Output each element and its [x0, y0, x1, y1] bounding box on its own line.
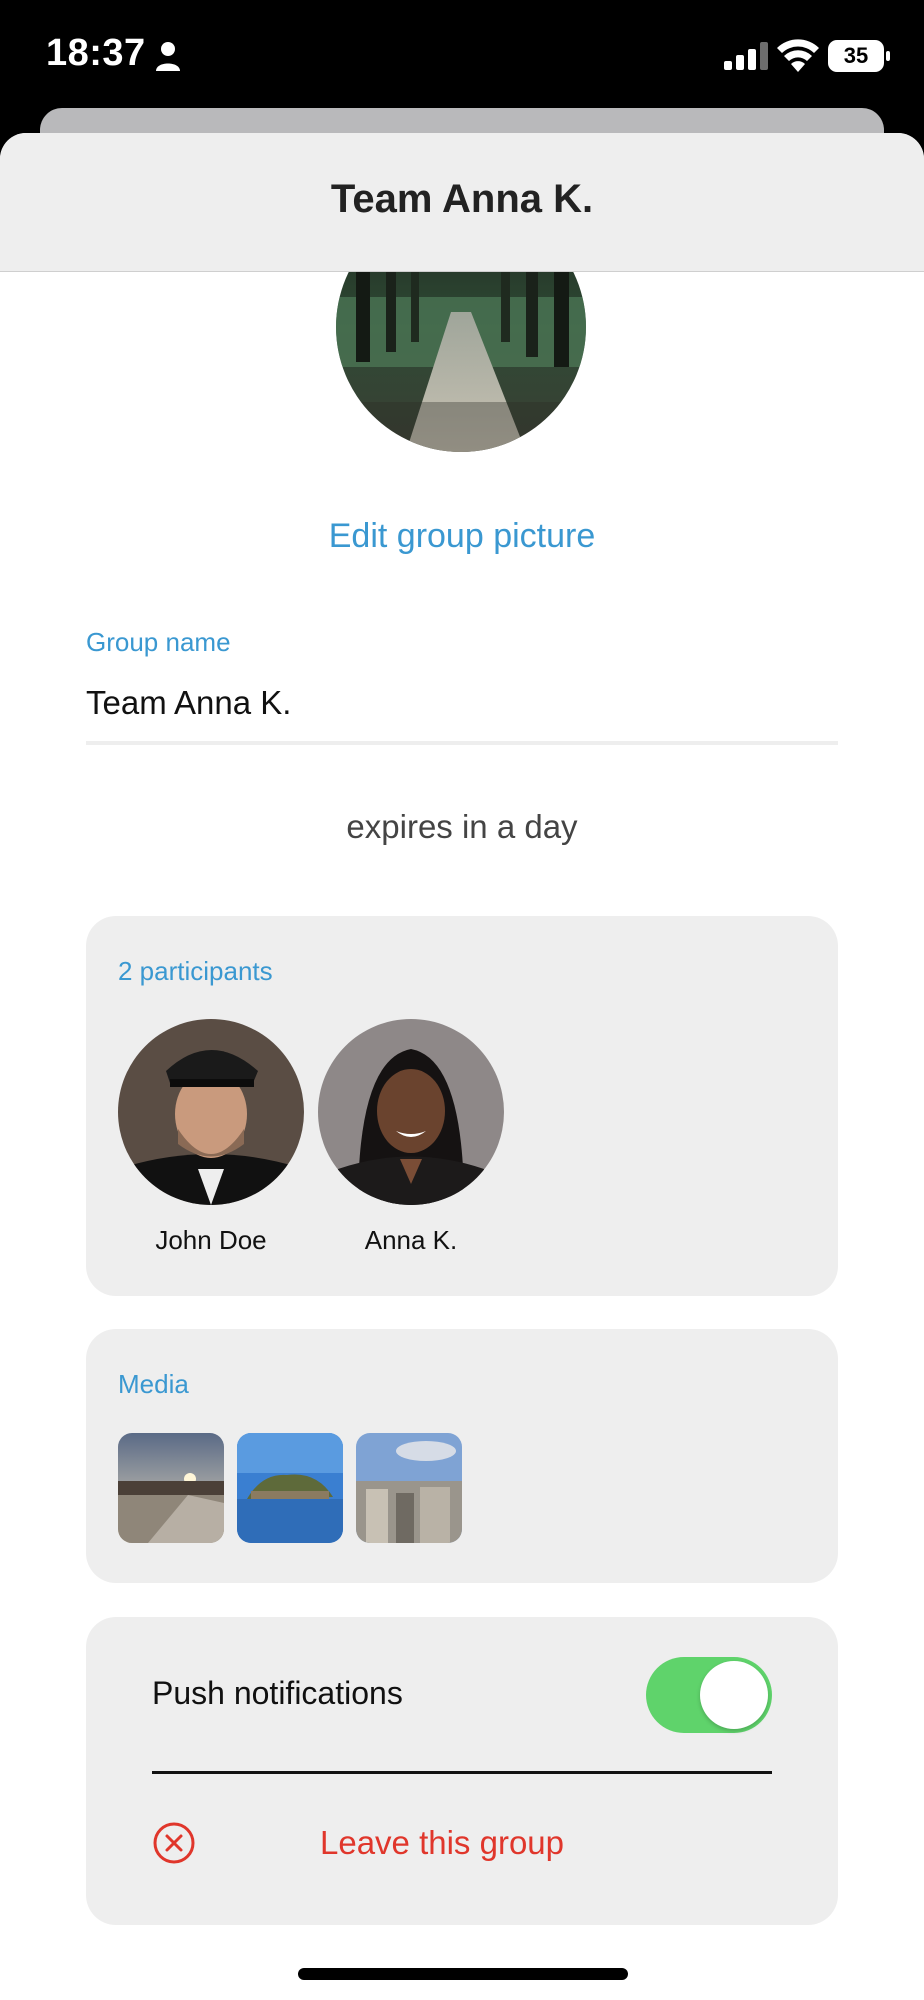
media-thumbnail[interactable]: [237, 1433, 343, 1543]
participant-item[interactable]: John Doe: [118, 1019, 304, 1256]
participants-label: 2 participants: [118, 956, 273, 986]
edit-group-picture-link[interactable]: Edit group picture: [0, 517, 924, 556]
push-notifications-toggle[interactable]: [646, 1657, 772, 1733]
wifi-icon: [777, 39, 819, 72]
push-notifications-label: Push notifications: [152, 1675, 403, 1711]
avatar: [318, 1019, 504, 1205]
screen: 18:37 35 Team Anna K. Edit group picture…: [0, 0, 924, 2000]
battery-level: 35: [843, 43, 869, 68]
divider: [152, 1771, 772, 1774]
leave-group-button[interactable]: Leave this group: [152, 1817, 712, 1877]
group-info-sheet: Team Anna K. Edit group picture Group na…: [0, 133, 924, 2000]
toggle-knob: [700, 1661, 768, 1729]
media-thumbnail[interactable]: [356, 1433, 462, 1543]
battery-icon: 35: [828, 40, 890, 72]
group-name-underline: [86, 741, 838, 745]
media-label: Media: [118, 1369, 189, 1399]
participant-item[interactable]: Anna K.: [318, 1019, 504, 1256]
expiry-text: expires in a day: [346, 808, 578, 845]
home-indicator[interactable]: [298, 1968, 628, 1980]
signal-icon: [724, 42, 768, 70]
participant-name: John Doe: [155, 1225, 267, 1255]
status-time: 18:37: [46, 32, 146, 74]
media-card: Media: [86, 1329, 838, 1583]
media-thumbnail[interactable]: [118, 1433, 224, 1543]
participants-card: 2 participants John Doe Anna K.: [86, 916, 838, 1296]
group-name-label: Group name: [86, 627, 231, 657]
leave-group-label: Leave this group: [320, 1824, 565, 1861]
status-bar: 18:37 35: [0, 0, 924, 110]
person-icon: [156, 42, 180, 71]
avatar: [118, 1019, 304, 1205]
participant-name: Anna K.: [364, 1225, 458, 1255]
close-circle-icon: [153, 1822, 195, 1864]
group-name-field[interactable]: Team Anna K.: [86, 684, 291, 722]
page-title: Team Anna K.: [330, 177, 594, 221]
sheet-header: Team Anna K.: [0, 133, 924, 272]
settings-card: Push notifications Leave this group: [86, 1617, 838, 1925]
